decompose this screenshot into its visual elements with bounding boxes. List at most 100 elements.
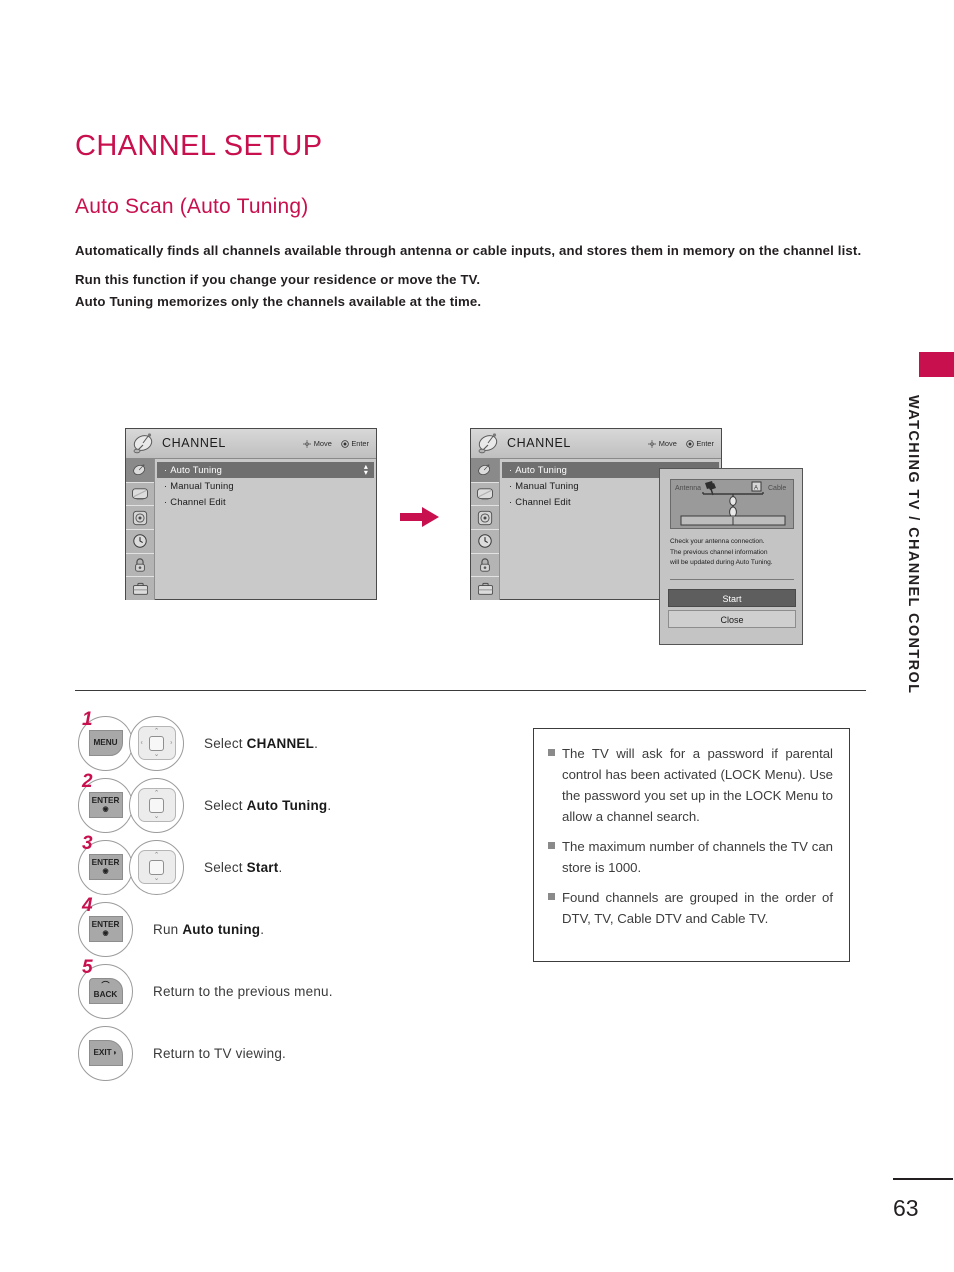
navpad-updown-icon[interactable]: ⌃ ⌄ <box>137 850 176 884</box>
antenna-cable-illustration: Antenna Cable A <box>675 481 786 526</box>
osd-rail-clock-icon[interactable] <box>126 530 154 554</box>
side-tab-label: WATCHING TV / CHANNEL CONTROL <box>905 395 921 695</box>
note-item: The maximum number of channels the TV ca… <box>548 836 833 878</box>
step-text-prefix: Select <box>204 859 247 875</box>
back-key: ⌒ BACK <box>88 978 123 1004</box>
navpad-4way-icon[interactable]: ⌃ ⌄ ‹ › <box>137 726 176 760</box>
osd-menu-item-label: Auto Tuning <box>515 464 567 475</box>
step-text-suffix: . <box>278 859 283 875</box>
chevron-right-icon: › <box>170 739 173 747</box>
move-icon <box>303 439 311 448</box>
exit-key: EXIT ◗ <box>88 1040 123 1066</box>
osd-rail-setup-icon[interactable] <box>471 577 499 600</box>
step-text-prefix: Return to the previous menu. <box>153 983 333 999</box>
scroll-updown-icon[interactable]: ▴ ▾ <box>364 463 368 477</box>
enter-key-glyph: ◉ <box>102 806 109 814</box>
back-arrow-icon: ⌒ <box>101 981 110 991</box>
bullet-icon: · <box>164 464 168 475</box>
osd-rail-satellite-dish-icon[interactable] <box>471 459 499 483</box>
step-row: 4 ENTER ◉ Run Auto tuning. <box>78 896 508 960</box>
osd-rail-clock-icon[interactable] <box>471 530 499 554</box>
osd-rail-audio-icon[interactable] <box>126 506 154 531</box>
side-tab-marker <box>919 352 954 377</box>
osd-hint-enter: Enter <box>341 439 369 448</box>
step-row: 1 MENU ⌃ ⌄ ‹ › Select CHANNEL. <box>78 709 508 774</box>
tv-osd-panel-before: CHANNEL Move Enter · Auto Tuning ▴ ▾ · M… <box>125 428 377 600</box>
osd-menu-item-channel-edit[interactable]: · Channel Edit <box>157 494 374 510</box>
osd-header: CHANNEL Move Enter <box>126 429 376 459</box>
remote-exit-button[interactable]: EXIT ◗ <box>78 1025 133 1081</box>
remote-navpad-button[interactable]: ⌃ ⌄ <box>129 777 184 833</box>
enter-key-glyph: ◉ <box>102 930 109 938</box>
step-text: Select Start. <box>204 860 282 875</box>
osd-rail-audio-icon[interactable] <box>471 506 499 531</box>
square-bullet-icon <box>548 893 555 900</box>
dialog-message-line-1: Check your antenna connection. <box>670 538 765 545</box>
step-row: 2 ENTER ◉ ⌃ ⌄ Select Auto Tuning. <box>78 771 508 836</box>
osd-title: CHANNEL <box>507 436 571 450</box>
step-text-suffix: . <box>260 921 265 937</box>
navpad-center[interactable] <box>149 797 164 813</box>
osd-menu-item-manual-tuning[interactable]: · Manual Tuning <box>157 478 374 494</box>
navpad-updown-icon[interactable]: ⌃ ⌄ <box>137 788 176 822</box>
osd-menu-item-auto-tuning[interactable]: · Auto Tuning ▴ ▾ <box>157 462 374 478</box>
square-bullet-icon <box>548 749 555 756</box>
step-text: Return to the previous menu. <box>153 984 333 999</box>
dialog-separator <box>670 579 794 580</box>
osd-hint-move: Move <box>648 439 677 448</box>
chevron-up-icon: ⌃ <box>153 728 160 735</box>
step-text-suffix: . <box>327 797 332 813</box>
step-text-suffix: . <box>314 735 319 751</box>
navpad-center[interactable] <box>149 735 164 751</box>
remote-navpad-button[interactable]: ⌃ ⌄ ‹ › <box>129 715 184 771</box>
antenna-cable-diagram: Antenna Cable A <box>670 479 794 529</box>
step-text: Select Auto Tuning. <box>204 798 331 813</box>
notes-box: The TV will ask for a password if parent… <box>533 728 850 962</box>
chevron-down-icon: ⌄ <box>153 813 160 820</box>
dialog-message-line-3: will be updated during Auto Tuning. <box>670 559 773 566</box>
enter-key-label: ENTER <box>91 857 120 867</box>
dialog-start-button[interactable]: Start <box>668 589 796 607</box>
intro-line-2: Run this function if you change your res… <box>75 272 481 287</box>
osd-hint-move: Move <box>303 439 332 448</box>
step-row: EXIT ◗ Return to TV viewing. <box>78 1022 508 1084</box>
step-number: 1 <box>82 709 93 730</box>
note-text: Found channels are grouped in the order … <box>562 890 833 926</box>
osd-header: CHANNEL Move Enter <box>471 429 721 459</box>
step-text-bold: Auto Tuning <box>246 797 328 813</box>
step-number: 3 <box>82 833 93 854</box>
chevron-down-icon: ⌄ <box>153 751 160 758</box>
osd-rail-setup-icon[interactable] <box>126 577 154 600</box>
back-key-label: BACK <box>93 990 118 1000</box>
note-text: The maximum number of channels the TV ca… <box>562 839 833 875</box>
osd-rail-picture-icon[interactable] <box>471 483 499 507</box>
bullet-icon: · <box>164 496 168 507</box>
bullet-icon: · <box>509 480 513 491</box>
bullet-icon: · <box>164 480 168 491</box>
step-number: 2 <box>82 771 93 792</box>
navpad-center[interactable] <box>149 859 164 875</box>
osd-menu-item-label: Manual Tuning <box>515 480 579 491</box>
osd-rail-lock-icon[interactable] <box>126 554 154 578</box>
step-text: Select CHANNEL. <box>204 736 318 751</box>
osd-menu-item-label: Auto Tuning <box>170 464 222 475</box>
remote-navpad-button[interactable]: ⌃ ⌄ <box>129 839 184 895</box>
cable-label: Cable <box>768 485 786 492</box>
dialog-close-button[interactable]: Close <box>668 610 796 628</box>
osd-rail-lock-icon[interactable] <box>471 554 499 578</box>
intro-paragraph: Automatically finds all channels availab… <box>75 240 865 313</box>
enter-key-label: ENTER <box>91 795 120 805</box>
step-text-prefix: Run <box>153 921 183 937</box>
intro-line-1: Automatically finds all channels availab… <box>75 243 862 258</box>
bullet-icon: · <box>509 496 513 507</box>
step-row: 3 ENTER ◉ ⌃ ⌄ Select Start. <box>78 833 508 898</box>
step-text-bold: Auto tuning <box>182 921 261 937</box>
exit-glyph-icon: ◗ <box>112 1047 118 1057</box>
osd-rail-picture-icon[interactable] <box>126 483 154 507</box>
osd-hint-move-label: Move <box>658 439 677 448</box>
osd-hint-enter: Enter <box>686 439 714 448</box>
osd-rail-satellite-dish-icon[interactable] <box>126 459 154 483</box>
section-title: Auto Scan (Auto Tuning) <box>75 195 309 218</box>
step-number: 5 <box>82 957 93 978</box>
osd-hint-enter-label: Enter <box>696 439 714 448</box>
